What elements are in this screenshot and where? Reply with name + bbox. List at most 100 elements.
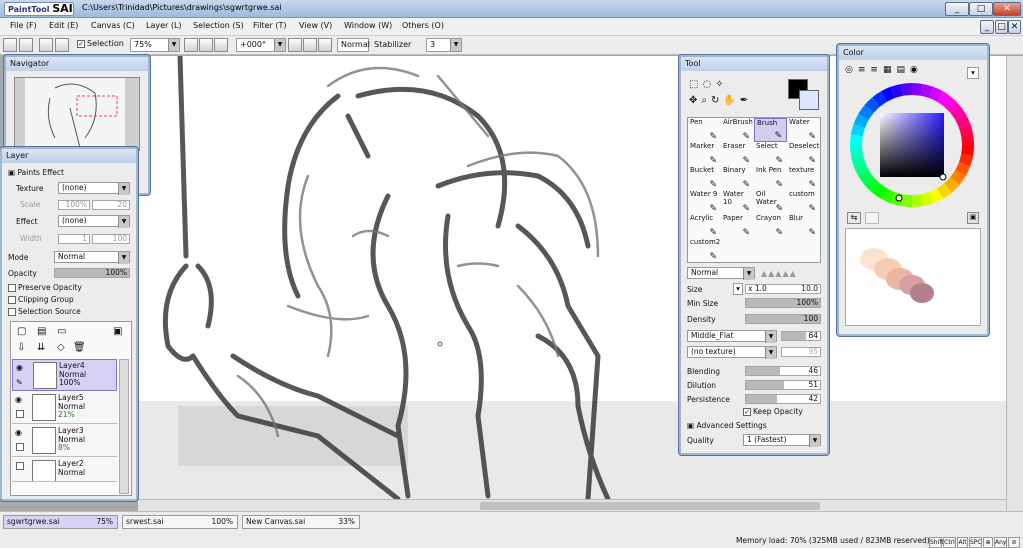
rotate-left-icon[interactable] [288, 38, 302, 52]
tool-custom2[interactable]: custom2 ✎ [688, 238, 721, 262]
color-wheel[interactable] [849, 82, 975, 208]
hue-segment[interactable] [958, 123, 974, 137]
texture-select[interactable]: (none) ▼ [58, 182, 130, 195]
keep-opacity-toggle[interactable]: ✓ Keep Opacity [743, 407, 803, 416]
blending-slider[interactable]: 46 [745, 366, 821, 376]
hue-segment[interactable] [872, 91, 888, 107]
brush-shape-strength[interactable]: 64 [781, 331, 821, 341]
new-layer-icon[interactable]: ▢ [17, 326, 26, 337]
rotate-reset-icon[interactable] [318, 38, 332, 52]
zoom-in-icon[interactable] [199, 38, 213, 52]
hue-segment[interactable] [872, 183, 888, 199]
preserve-opacity-toggle[interactable]: Preserve Opacity [8, 283, 82, 292]
mode-select[interactable]: Normal ▼ [54, 251, 130, 264]
menu-window[interactable]: Window (W) [344, 21, 392, 30]
navigator-preview[interactable] [14, 77, 140, 152]
hue-segment[interactable] [936, 91, 952, 107]
stabilizer-select[interactable]: 3 ▼ [426, 38, 462, 52]
menu-edit[interactable]: Edit (E) [49, 21, 78, 30]
selection-source-checkbox[interactable] [8, 308, 16, 316]
menu-others[interactable]: Others (O) [402, 21, 444, 30]
min-size-slider[interactable]: 100% [745, 298, 821, 308]
hue-segment[interactable] [881, 188, 896, 204]
zoom-out-icon[interactable] [184, 38, 198, 52]
redo-icon[interactable] [19, 38, 33, 52]
eye-icon[interactable]: ◉ [15, 428, 22, 437]
hue-segment[interactable] [911, 194, 923, 207]
deselect-icon[interactable] [39, 38, 53, 52]
tool-paper[interactable]: Paper ✎ [721, 214, 754, 238]
doc-close-button[interactable]: ✕ [1008, 20, 1021, 34]
rect-select-icon[interactable]: ⬚ [689, 79, 702, 90]
quality-select[interactable]: 1 (Fastest) ▼ [743, 434, 821, 447]
brush-texture-select[interactable]: (no texture) ▼ [687, 346, 777, 359]
brush-shape-select[interactable]: Middle_Flat ▼ [687, 330, 777, 343]
scroll-thumb[interactable] [480, 502, 820, 510]
hue-segment[interactable] [920, 191, 934, 207]
swatch-icon[interactable]: ▤ [896, 65, 910, 75]
maximize-button[interactable]: □ [969, 2, 993, 16]
transparent-icon[interactable] [865, 212, 879, 224]
doc-minimize-button[interactable]: _ [980, 20, 994, 34]
file-tab-new-canvas[interactable]: New Canvas.sai 33% [242, 515, 360, 529]
clipping-group-toggle[interactable]: Clipping Group [8, 295, 74, 304]
layer-mask-icon[interactable]: ▣ [113, 326, 122, 337]
layer-row-layer4[interactable]: ◉ ✎ Layer4 Normal 100% [12, 359, 117, 391]
layer-list-scrollbar[interactable] [119, 359, 129, 494]
scratchpad-icon[interactable]: ◉ [910, 65, 923, 75]
tool-eraser[interactable]: Eraser ✎ [721, 142, 754, 166]
lock-checkbox[interactable] [16, 443, 24, 451]
zoom-icon[interactable]: ⌕ [701, 95, 711, 106]
close-button[interactable]: ✕ [993, 2, 1021, 16]
color-wheel-icon[interactable]: ◎ [845, 65, 858, 75]
menu-filter[interactable]: Filter (T) [253, 21, 286, 30]
tool-brush[interactable]: Brush ✎ [754, 118, 787, 142]
merge-down-icon[interactable]: ⇊ [37, 342, 45, 353]
advanced-settings-header[interactable]: ▣ Advanced Settings [687, 421, 767, 430]
hue-segment[interactable] [928, 86, 943, 102]
sv-picker[interactable] [939, 173, 947, 181]
effect-select[interactable]: (none) ▼ [58, 215, 130, 228]
doc-restore-button[interactable]: □ [995, 20, 1008, 34]
tool-airbrush[interactable]: AirBrush ✎ [721, 118, 754, 142]
hue-segment[interactable] [850, 123, 866, 137]
tool-crayon[interactable]: Crayon ✎ [754, 214, 787, 238]
preserve-opacity-checkbox[interactable] [8, 284, 16, 292]
paints-effect-header[interactable]: ▣ Paints Effect [8, 168, 64, 177]
eye-icon[interactable]: ◉ [16, 363, 23, 372]
zoom-select[interactable]: 75% ▼ [130, 38, 180, 52]
hue-segment[interactable] [955, 161, 971, 176]
palette-icon[interactable]: ▦ [883, 65, 897, 75]
keep-opacity-checkbox[interactable]: ✓ [743, 408, 751, 416]
undo-icon[interactable] [3, 38, 17, 52]
hue-segment[interactable] [955, 114, 971, 129]
delete-layer-icon[interactable]: 🗑 [73, 342, 86, 353]
invert-selection-icon[interactable] [55, 38, 69, 52]
hue-segment[interactable] [858, 169, 874, 185]
menu-selection[interactable]: Selection (S) [193, 21, 244, 30]
hue-segment[interactable] [901, 83, 913, 96]
scratch-clear-icon[interactable]: ▣ [967, 212, 979, 224]
tool-texture[interactable]: texture ✎ [787, 166, 820, 190]
lock-checkbox[interactable] [16, 410, 24, 418]
tool-custom[interactable]: custom ✎ [787, 190, 820, 214]
tool-deselect[interactable]: Deselect ✎ [787, 142, 820, 166]
tool-marker[interactable]: Marker ✎ [688, 142, 721, 166]
tool-binary[interactable]: Binary ✎ [721, 166, 754, 190]
hue-segment[interactable] [858, 105, 874, 121]
tool-bucket[interactable]: Bucket ✎ [688, 166, 721, 190]
menu-layer[interactable]: Layer (L) [146, 21, 182, 30]
hue-segment[interactable] [881, 86, 896, 102]
layer-row-layer5[interactable]: ◉ Layer5 Normal 21% [12, 392, 117, 424]
size-slider[interactable]: x 1.0 10.0 [745, 284, 821, 294]
hand-icon[interactable]: ✋ [723, 95, 739, 106]
selection-source-toggle[interactable]: Selection Source [8, 307, 81, 316]
scale-num[interactable]: 20 [92, 200, 130, 210]
brush-mode-select[interactable]: Normal ▼ [687, 267, 755, 280]
clipping-group-checkbox[interactable] [8, 296, 16, 304]
menu-canvas[interactable]: Canvas (C) [91, 21, 135, 30]
layer-row-layer3[interactable]: ◉ Layer3 Normal 8% [12, 425, 117, 457]
blend-mode-select[interactable]: Normal [337, 38, 370, 52]
minimize-button[interactable]: _ [945, 2, 969, 16]
tool-water[interactable]: Water ✎ [787, 118, 820, 142]
